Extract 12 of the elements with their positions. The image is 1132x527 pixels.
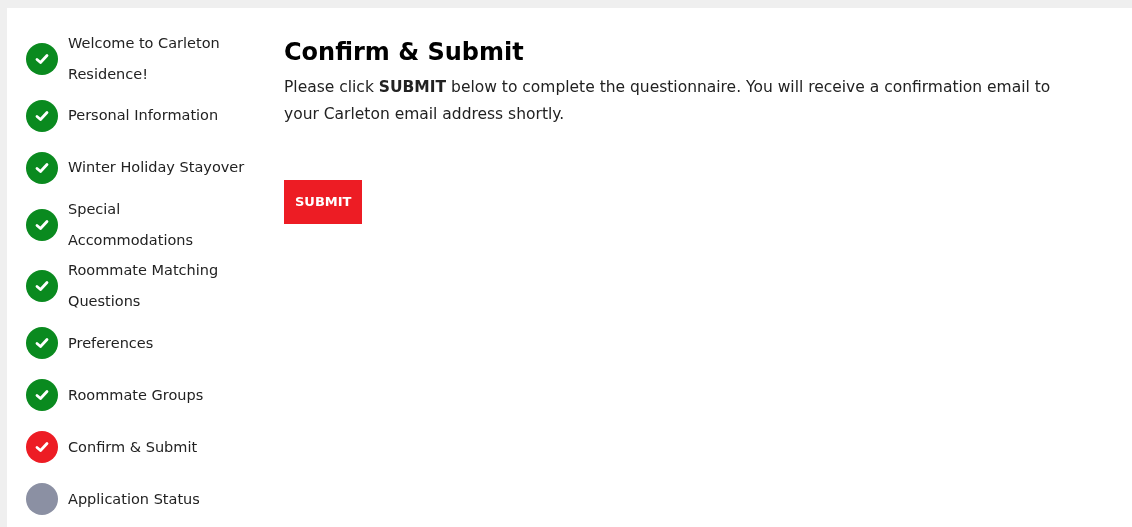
- page-title: Confirm & Submit: [284, 37, 524, 68]
- step-label[interactable]: Special Accommodations: [68, 193, 248, 256]
- step-label[interactable]: Preferences: [68, 327, 248, 359]
- step-label[interactable]: Roommate Groups: [68, 379, 248, 411]
- step-label[interactable]: Personal Information: [68, 100, 248, 132]
- submit-button[interactable]: SUBMIT: [284, 180, 363, 224]
- step-label[interactable]: Winter Holiday Stayover: [68, 152, 248, 184]
- step-label[interactable]: Application Status: [68, 483, 248, 515]
- step-label[interactable]: Welcome to Carleton Residence!: [68, 27, 248, 90]
- step-label[interactable]: Confirm & Submit: [68, 431, 248, 463]
- instructions-text: Please click SUBMIT below to complete the questionnaire. You will receive a confirmation email to your Carleton email address shortly.: [284, 77, 1052, 125]
- step-label[interactable]: Roommate Matching Questions: [68, 255, 248, 318]
